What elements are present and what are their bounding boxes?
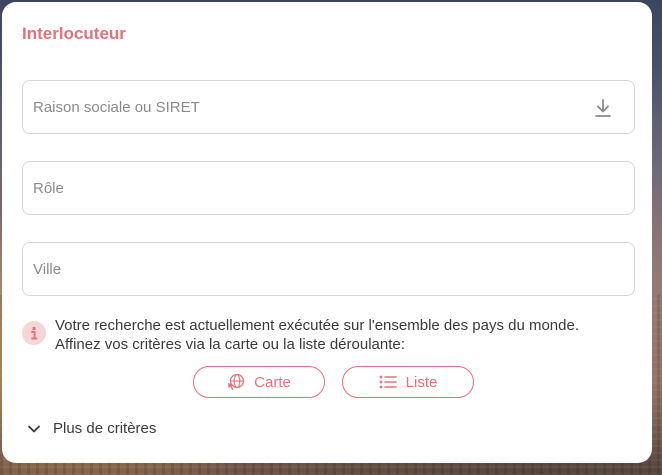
role-field[interactable] [22,161,635,215]
chevron-down-icon [28,425,40,432]
download-icon[interactable] [594,98,612,118]
raison-sociale-field[interactable] [22,80,635,134]
info-icon [22,321,46,345]
list-icon [379,375,397,389]
card-title: Interlocuteur [22,24,126,43]
more-criteria-label: Plus de critères [53,420,157,437]
ville-field[interactable] [22,242,635,296]
scope-info-line-2: Affinez vos critères via la carte ou la … [55,336,405,353]
carte-button-label: Carte [254,373,291,391]
globe-cursor-icon [228,373,245,391]
liste-button-label: Liste [405,373,438,391]
role-input[interactable] [33,162,573,214]
more-criteria-toggle[interactable]: Plus de critères [27,420,156,437]
interlocuteur-card: Interlocuteur Votre recherche est actuel… [2,2,652,463]
ville-input[interactable] [33,243,573,295]
scope-info-message: Votre recherche est actuellement exécuté… [55,316,635,354]
scope-info-line-1: Votre recherche est actuellement exécuté… [55,317,579,334]
raison-sociale-input[interactable] [33,81,573,133]
liste-button[interactable]: Liste [342,366,474,398]
carte-button[interactable]: Carte [193,366,325,398]
